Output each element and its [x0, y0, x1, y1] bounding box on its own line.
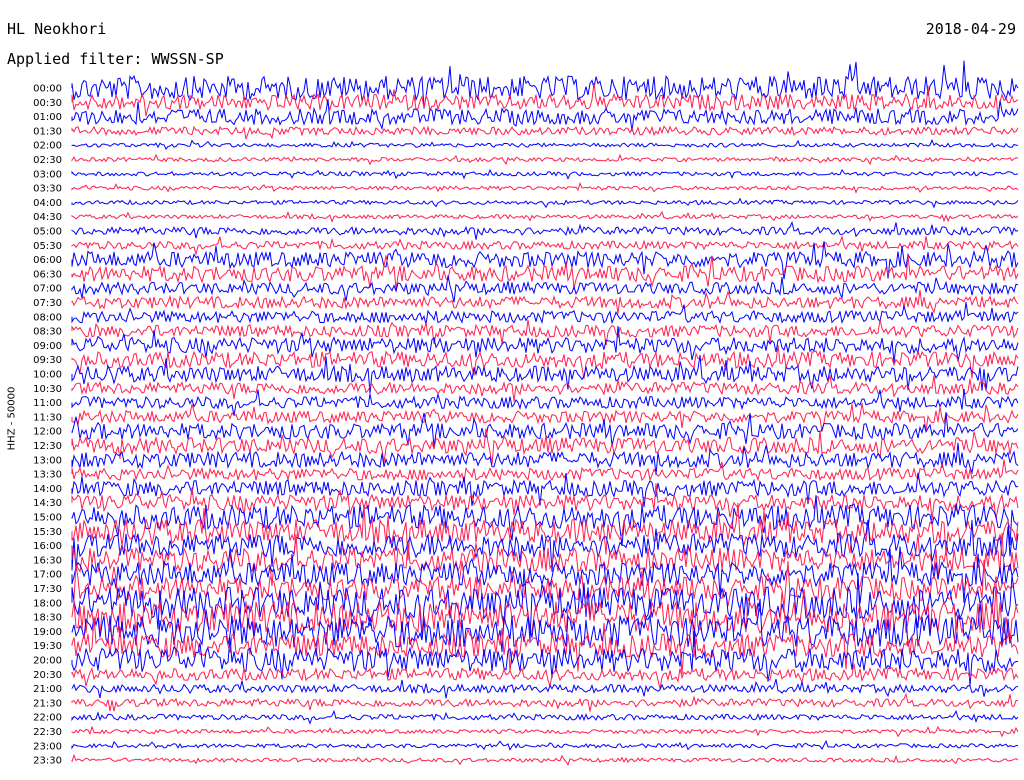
y-tick-label: 07:00: [33, 284, 62, 295]
trace-line: [71, 210, 1019, 223]
trace-line: [71, 388, 1019, 416]
y-tick-label: 03:00: [33, 169, 62, 180]
y-tick-label: 12:00: [33, 427, 62, 438]
helicorder-plot: 00:00 00:30 01:00 01:30 02:00 02:30 03:00 03:30…: [33, 60, 1019, 767]
y-tick-label: 17:00: [33, 570, 62, 581]
y-tick-label: 02:30: [33, 155, 62, 166]
y-tick-label: 19:30: [33, 641, 62, 652]
y-tick-label: 06:00: [33, 255, 62, 266]
y-tick-label: 00:00: [33, 84, 62, 95]
y-tick-label: 16:30: [33, 555, 62, 566]
y-tick-label: 20:00: [33, 656, 62, 667]
y-tick-label: 22:30: [33, 727, 62, 738]
y-tick-label: 12:30: [33, 441, 62, 452]
y-tick-label: 13:00: [33, 455, 62, 466]
y-tick-label: 18:00: [33, 598, 62, 609]
y-tick-label: 20:30: [33, 670, 62, 681]
y-tick-label: 06:30: [33, 269, 62, 280]
y-tick-label: 09:00: [33, 341, 62, 352]
trace-line: [71, 678, 1019, 699]
y-tick-label: 23:30: [33, 756, 62, 767]
y-tick-label: 21:00: [33, 684, 62, 695]
trace-line: [71, 82, 1019, 118]
trace-line: [71, 125, 1019, 140]
trace-line: [71, 234, 1019, 256]
trace-line: [71, 60, 1019, 109]
y-tick-label: 05:00: [33, 227, 62, 238]
y-tick-label: 04:30: [33, 212, 62, 223]
y-tick-label: 16:00: [33, 541, 62, 552]
y-tick-label: 11:00: [33, 398, 62, 409]
y-tick-label: 14:00: [33, 484, 62, 495]
y-tick-label: 21:30: [33, 698, 62, 709]
y-tick-label: 19:00: [33, 627, 62, 638]
trace-line: [71, 753, 1019, 766]
y-tick-label: 22:00: [33, 713, 62, 724]
y-tick-label: 08:00: [33, 312, 62, 323]
trace-line: [71, 739, 1019, 751]
trace-line: [71, 663, 1019, 689]
y-tick-label: 15:00: [33, 513, 62, 524]
y-tick-label: 18:30: [33, 613, 62, 624]
y-tick-label: 07:30: [33, 298, 62, 309]
trace-line: [71, 181, 1019, 194]
trace-line: [71, 197, 1019, 209]
y-tick-label: 14:30: [33, 498, 62, 509]
trace-line: [71, 319, 1019, 346]
y-tick-label: 23:00: [33, 741, 62, 752]
trace-line: [71, 220, 1019, 240]
y-tick-label: 05:30: [33, 241, 62, 252]
trace-line: [71, 472, 1019, 508]
trace-line: [71, 153, 1019, 166]
y-tick-label: 04:00: [33, 198, 62, 209]
trace-line: [71, 709, 1019, 725]
y-tick-label: 02:00: [33, 141, 62, 152]
y-tick-label: 13:30: [33, 470, 62, 481]
trace-line: [71, 725, 1019, 738]
y-tick-label: 10:00: [33, 370, 62, 381]
trace-line: [71, 138, 1019, 150]
y-tick-label: 01:00: [33, 112, 62, 123]
y-tick-label: 17:30: [33, 584, 62, 595]
y-tick-label: 08:30: [33, 327, 62, 338]
y-tick-label: 00:30: [33, 98, 62, 109]
trace-line: [71, 168, 1019, 180]
y-tick-label: 01:30: [33, 126, 62, 137]
y-tick-label: 10:30: [33, 384, 62, 395]
y-tick-label: 09:30: [33, 355, 62, 366]
trace-line: [71, 375, 1019, 402]
y-tick-label: 15:30: [33, 527, 62, 538]
trace-line: [71, 459, 1019, 483]
trace-line: [71, 692, 1018, 712]
y-tick-label: 11:30: [33, 412, 62, 423]
y-tick-label: 03:30: [33, 184, 62, 195]
